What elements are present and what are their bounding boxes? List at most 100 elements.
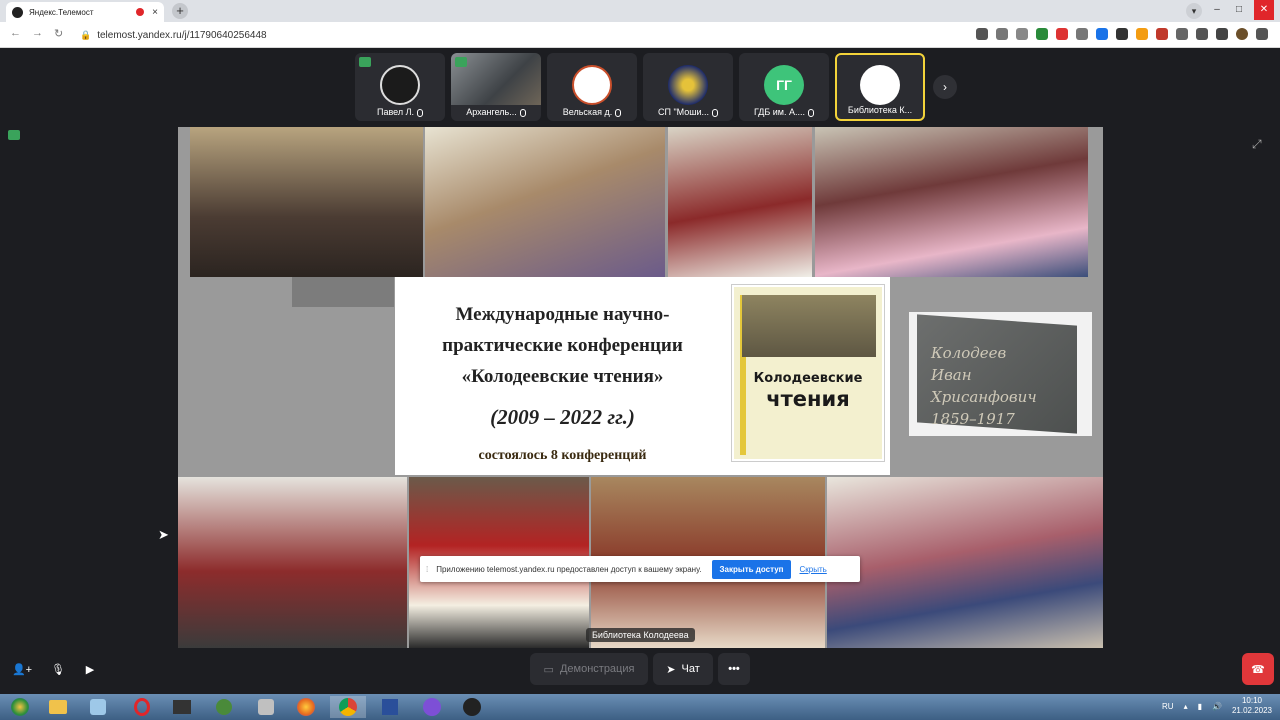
telemost-icon [463,698,481,716]
taskbar-app[interactable] [414,696,450,718]
share-icon[interactable] [996,28,1008,40]
taskbar-app[interactable] [80,696,116,718]
clock[interactable]: 10:10 21.02.2023 [1232,696,1272,716]
mic-toggle-button[interactable]: 🎙 [42,653,74,685]
avatar: ГГ [764,65,804,105]
mic-muted-icon: 🎙 [51,663,65,676]
hang-up-button[interactable]: ☎ [1242,653,1274,685]
taskbar-app[interactable] [164,696,200,718]
taskbar-app[interactable] [288,696,324,718]
language-indicator[interactable]: RU [1162,702,1174,711]
participant-name: Павел Л. [376,107,415,117]
firefox-icon [297,698,315,716]
tray-arrow-icon[interactable]: ▴ [1184,702,1188,711]
demo-label: Демонстрация [559,663,635,675]
stop-sharing-button[interactable]: Закрыть доступ [711,559,792,579]
extension-icon[interactable] [1116,28,1128,40]
mic-muted-icon [615,108,622,117]
mouse-cursor-icon: ➤ [158,527,169,542]
slide-title-line: практические конференции [442,335,683,356]
add-participant-button[interactable]: 👤+ [6,653,38,685]
plaque-text: Хрисанфович [931,388,1037,406]
extension-icon[interactable] [1096,28,1108,40]
tab-close-icon[interactable]: × [152,7,158,18]
extension-icon[interactable] [1036,28,1048,40]
plaque-text: Колодеев [931,344,1007,362]
more-options-button[interactable]: ••• [718,653,750,685]
extension-icons [976,28,1268,40]
photo-speaker [668,127,812,277]
participant-name: Архангель... [466,107,517,117]
screen-share-notification: ⁞ Приложению telemost.yandex.ru предоста… [420,556,860,582]
photo-library [827,477,1103,648]
plaque-text: 1859–1917 [931,410,1015,428]
hide-link[interactable]: Скрыть [799,565,826,574]
puzzle-icon[interactable] [1196,28,1208,40]
lock-icon: 🔒 [80,29,92,40]
next-participants-button[interactable]: › [933,75,957,99]
recording-icon [136,8,145,16]
screen-share-button[interactable]: ▭ Демонстрация [530,653,648,685]
minimize-button[interactable]: – [1210,0,1224,20]
phone-hangup-icon: ☎ [1251,663,1265,676]
participant-tile[interactable]: СП "Моши... [643,53,733,121]
chat-button[interactable]: ➤ Чат [653,653,713,685]
taskbar-app[interactable] [248,696,284,718]
photo-audience [190,127,423,277]
participant-tile[interactable]: Вельская д. [547,53,637,121]
slide-title: Международные научно- практические конфе… [395,299,730,392]
extension-icon[interactable] [1136,28,1148,40]
reload-button[interactable]: ↻ [54,27,63,40]
start-button[interactable] [2,696,38,718]
network-icon[interactable]: ▮ [1198,702,1202,711]
camera-icon: ▶ [85,663,95,676]
tab-search-icon[interactable]: ▾ [1186,3,1202,19]
slide-title-line: Международные научно- [455,304,670,325]
participant-tile[interactable]: ГГ ГДБ им. А.... [739,53,829,121]
app-icon [90,699,106,715]
taskbar-app[interactable] [124,696,160,718]
mic-muted-icon [519,108,526,117]
volume-icon[interactable]: 🔊 [1212,702,1222,711]
photo-reenactors [178,477,407,648]
taskbar-app-active[interactable] [330,696,366,718]
participant-tile-active[interactable]: Библиотека К... [835,53,925,121]
profile-avatar[interactable] [1236,28,1248,40]
browser-tab[interactable]: Яндекс.Телемост × [6,2,164,22]
mic-muted-icon [417,108,424,117]
taskbar-app[interactable] [206,696,242,718]
avatar [380,65,420,105]
taskbar-app[interactable] [372,696,408,718]
menu-dots-icon[interactable] [1256,28,1268,40]
viber-icon [423,698,441,716]
address-bar[interactable]: 🔒 telemost.yandex.ru/j/11790640256448 [80,25,960,45]
camera-icon[interactable] [976,28,988,40]
opera-icon [134,698,150,716]
extension-icon[interactable] [1176,28,1188,40]
window-close-button[interactable]: ✕ [1254,0,1274,20]
mic-muted-icon [712,108,719,117]
browser-tab-bar: Яндекс.Телемост × + ▾ – □ ✕ [0,0,1280,22]
camera-toggle-button[interactable]: ▶ [74,653,106,685]
add-user-icon: 👤+ [11,663,33,676]
windows-logo-icon [11,698,29,716]
extension-icon[interactable] [1156,28,1168,40]
save-icon [382,699,398,715]
participant-tile[interactable]: Павел Л. [355,53,445,121]
participant-tile[interactable]: Архангель... [451,53,541,121]
new-tab-button[interactable]: + [172,3,188,19]
back-button[interactable]: ← [10,27,21,39]
adblock-icon[interactable] [1056,28,1068,40]
tab-title: Яндекс.Телемост [29,7,94,17]
extension-icon[interactable] [1076,28,1088,40]
slide-title-line: «Колодеевские чтения» [461,366,664,387]
bookmark-star-icon[interactable] [1016,28,1028,40]
drag-handle-icon[interactable]: ⁞ [426,565,428,574]
participant-name: ГДБ им. А.... [754,107,805,117]
maximize-button[interactable]: □ [1232,0,1246,20]
taskbar-app[interactable] [40,696,76,718]
sidebar-icon[interactable] [1216,28,1228,40]
forward-button[interactable]: → [32,27,43,39]
fullscreen-icon[interactable]: ⤢ [1252,137,1262,152]
taskbar-app[interactable] [454,696,490,718]
